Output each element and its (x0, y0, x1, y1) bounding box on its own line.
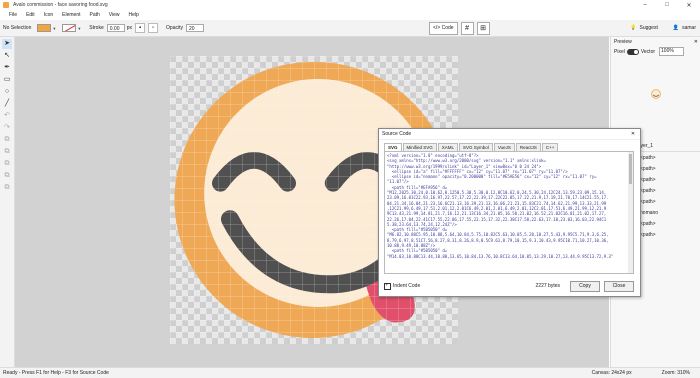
preview-header: Preview ✕ (611, 37, 700, 47)
menu-file[interactable]: File (9, 12, 17, 18)
dialog-footer: Indent Code 2227 bytes Copy Close (384, 280, 634, 292)
preview-title: Preview (614, 39, 632, 45)
status-bar: Ready - Press F1 for Help - F3 for Sourc… (0, 367, 700, 378)
tab-minified-svg[interactable]: Minified SVG (402, 143, 437, 151)
line-tool-icon[interactable]: ╱ (2, 99, 12, 109)
menu-bar: File Edit Icon Element Path View Help (0, 10, 700, 20)
close-icon[interactable]: ✕ (678, 2, 700, 9)
tools-sidebar: ➤ ↖ ✒ ▭ ○ ╱ ↶ ↷ ⧉ ⧉ ⧉ ⧉ ⧉ (0, 37, 15, 367)
menu-path[interactable]: Path (89, 12, 99, 18)
lightbulb-icon: 💡 (630, 25, 637, 31)
status-help: Ready - Press F1 for Help - F3 for Sourc… (3, 370, 109, 376)
chevron-down-icon[interactable]: ▼ (52, 26, 56, 31)
select-tool-icon[interactable]: ➤ (2, 39, 12, 49)
code-line: 23.09,16.01C22.93,16.97,22.57,17.22,22.3… (387, 195, 609, 201)
dialog-title-bar: Source Code ✕ (379, 129, 640, 140)
user-name: samar (682, 25, 696, 31)
stroke-swatch[interactable] (62, 24, 77, 32)
source-code-text[interactable]: <?xml version="1.0" encoding="utf-8"?> <… (384, 151, 634, 274)
tree-row-label: <path> (640, 165, 656, 172)
tree-row-label: <path> (640, 231, 656, 238)
status-canvas-size: Canvas: 24x24 px (591, 370, 632, 376)
dialog-title: Source Code (382, 131, 412, 137)
code-line: "M6.82,10.88C5.95,10.88,5.64,10.84,5.75,… (387, 232, 609, 238)
tab-reactjs[interactable]: ReactJS (515, 143, 541, 151)
direct-select-tool-icon[interactable]: ↖ (2, 51, 12, 61)
minimize-icon[interactable]: – (634, 2, 656, 9)
vector-label: Vector (640, 48, 656, 55)
exclude-icon[interactable]: ⧉ (2, 171, 12, 181)
toolbar: No Selection ▼ ▼ Stroke 0.00 px ▪ ▫ Opac… (0, 20, 700, 37)
line-join-button[interactable]: ▫ (148, 23, 159, 33)
undo-icon[interactable]: ↶ (2, 111, 12, 121)
ellipse-tool-icon[interactable]: ○ (2, 87, 12, 97)
panel-close-icon[interactable]: ✕ (694, 39, 698, 45)
tree-row-label: <path> (640, 220, 656, 227)
close-button[interactable]: Close (604, 280, 634, 292)
menu-edit[interactable]: Edit (26, 12, 35, 18)
chevron-down-icon[interactable]: ▼ (77, 26, 81, 31)
copy-button[interactable]: Copy (570, 280, 600, 292)
menu-element[interactable]: Element (62, 12, 80, 18)
divide-icon[interactable]: ⧉ (2, 183, 12, 193)
preview-zoom-select[interactable]: 100% (659, 47, 685, 56)
line-cap-button[interactable]: ▪ (135, 23, 146, 33)
preview-thumbnail (651, 89, 661, 99)
code-line: "M14.03,10.88C13.44,10.88,13.65,10.84,13… (387, 253, 614, 259)
subtract-icon[interactable]: ⧉ (2, 147, 12, 157)
pixel-label: Pixel (614, 48, 625, 55)
preview-controls: Pixel Vector 100% (611, 47, 700, 56)
tab-svg-symbol[interactable]: SVG Symbol (459, 143, 493, 151)
code-button[interactable]: </> Code (428, 21, 458, 35)
intersect-icon[interactable]: ⧉ (2, 159, 12, 169)
tab-xaml[interactable]: XAML (437, 143, 459, 151)
px-label: px (126, 25, 133, 31)
code-format-tabs: SVG Minified SVG XAML SVG Symbol VueJS R… (384, 143, 640, 151)
window-title: Avalo commission - face savoring food.sv… (13, 2, 108, 8)
snap-toggle-button[interactable]: ⊞ (476, 21, 490, 35)
pen-tool-icon[interactable]: ✒ (2, 63, 12, 73)
byte-count: 2227 bytes (535, 283, 560, 289)
tree-row-label: nomano (640, 209, 659, 216)
indent-code-label: Indent Code (393, 283, 421, 289)
window-controls: – □ ✕ (634, 2, 700, 9)
user-icon: 👤 (672, 25, 680, 31)
code-button-label: Code (441, 25, 454, 31)
grid-toggle-button[interactable]: # (460, 21, 474, 35)
selection-label: No Selection (3, 25, 32, 31)
tree-row-label: <path> (640, 154, 656, 161)
code-line: <ellipse id="nomano" opacity="0.200000" … (387, 174, 597, 180)
opacity-input[interactable]: 20 (185, 24, 204, 32)
tree-row-label: <path> (640, 198, 656, 205)
menu-view[interactable]: View (109, 12, 120, 18)
maximize-icon[interactable]: □ (656, 2, 678, 9)
code-icon: </> (432, 25, 442, 31)
pixel-vector-toggle[interactable] (626, 48, 639, 55)
app-icon (3, 2, 9, 8)
opacity-label: Opacity (166, 25, 183, 31)
menu-help[interactable]: Help (129, 12, 139, 18)
fill-swatch[interactable] (37, 24, 52, 32)
suggest-button[interactable]: 💡 Suggest (630, 25, 661, 31)
code-line: 9C13.43,21.99,14.81,21.7,16.12,21.13C16.… (387, 211, 607, 217)
tab-vuejs[interactable]: VueJS (493, 143, 515, 151)
indent-code-checkbox[interactable] (384, 282, 391, 290)
code-scrollbar[interactable] (628, 152, 633, 273)
union-icon[interactable]: ⧉ (2, 135, 12, 145)
stroke-label: Stroke (89, 25, 104, 31)
stroke-width-input[interactable]: 0.00 (106, 24, 125, 32)
rectangle-tool-icon[interactable]: ▭ (2, 75, 12, 85)
title-bar: Avalo commission - face savoring food.sv… (0, 0, 700, 10)
tab-svg[interactable]: SVG (384, 143, 402, 151)
suggest-label: Suggest (639, 25, 658, 31)
tree-row-label: <path> (640, 176, 656, 183)
menu-icon[interactable]: Icon (44, 12, 53, 18)
source-code-dialog: Source Code ✕ SVG Minified SVG XAML SVG … (378, 128, 641, 297)
user-button[interactable]: 👤 samar (661, 25, 696, 31)
close-icon[interactable]: ✕ (626, 131, 640, 137)
status-zoom: Zoom: 310% (661, 370, 690, 376)
redo-icon[interactable]: ↷ (2, 123, 12, 133)
tree-row-label: <path> (640, 187, 656, 194)
tab-cpp[interactable]: C++ (541, 143, 559, 151)
